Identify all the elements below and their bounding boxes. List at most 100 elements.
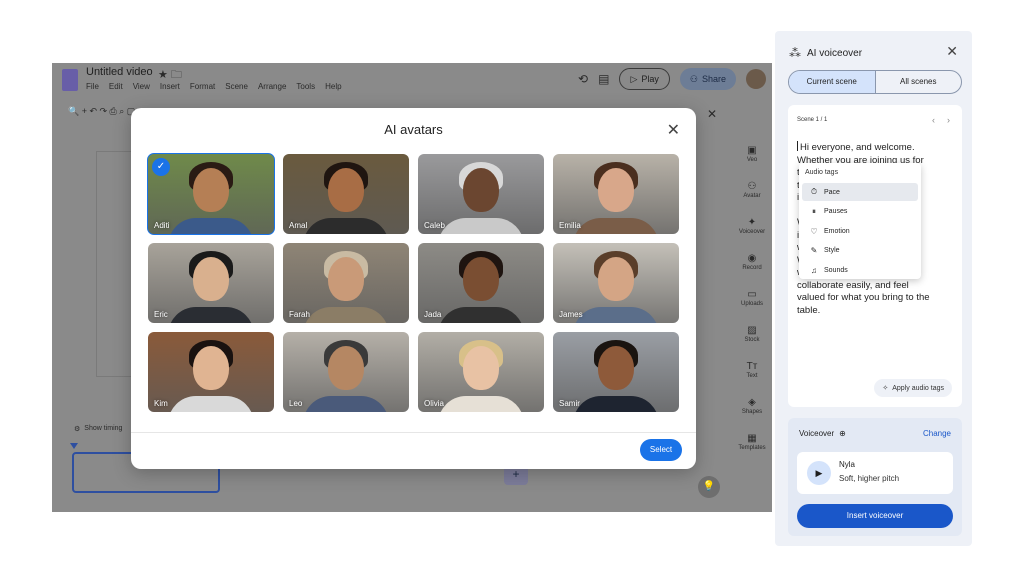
chevron-right-icon[interactable]: › (947, 115, 950, 125)
audio-tag-pauses[interactable]: ⏸ Pauses (802, 203, 918, 221)
avatar-card-aditi[interactable]: Aditi ✓ (147, 153, 275, 235)
rail-item-label: Avatar (743, 193, 761, 199)
rail-stock-icon: ▨ (747, 325, 757, 336)
select-button[interactable]: Select (640, 439, 682, 461)
rail-item-veo[interactable]: ▣ Veo (732, 145, 772, 181)
audio-tag-label: Pace (824, 188, 840, 196)
avatar-face (463, 346, 499, 390)
playhead-marker[interactable] (70, 443, 78, 449)
rail-item-label: Record (742, 265, 762, 271)
script-line: collaborate easily, and feel (797, 280, 949, 293)
panel-header: ⁂ AI voiceover (789, 46, 862, 60)
avatar-name: Leo (289, 399, 303, 408)
rail-item-label: Stock (744, 337, 760, 343)
avatar-name: Samir (559, 399, 580, 408)
lightbulb-icon[interactable]: 💡 (698, 476, 720, 498)
rail-item-shapes[interactable]: ◈ Shapes (732, 397, 772, 433)
script-line-text: Hi everyone, and welcome. (800, 142, 915, 153)
avatar-face (328, 257, 364, 301)
tab-all-scenes[interactable]: All scenes (876, 71, 962, 93)
scene-navigation: ‹ › (932, 115, 950, 125)
audio-tag-sounds[interactable]: ♫ Sounds (802, 261, 918, 279)
audio-tag-label: Sounds (824, 266, 848, 274)
show-timing-toggle[interactable]: ⚙ Show timing (74, 425, 122, 433)
rail-item-stock[interactable]: ▨ Stock (732, 325, 772, 361)
menu-bar: File Edit View Insert Format Scene Arrange Tool… (86, 82, 342, 91)
timing-icon: ⚙ (74, 426, 81, 433)
avatar-name: James (559, 310, 583, 319)
comment-icon[interactable]: ▤ (598, 72, 609, 86)
menu-item-view[interactable]: View (133, 82, 150, 91)
avatar-card-samir[interactable]: Samir (553, 332, 679, 412)
tab-current-scene[interactable]: Current scene (789, 71, 876, 93)
play-button[interactable]: ▷ Play (619, 68, 670, 90)
panel-close-icon[interactable]: ✕ (707, 107, 717, 121)
menu-item-scene[interactable]: Scene (225, 82, 248, 91)
avatar-card-jada[interactable]: Jada (418, 243, 544, 323)
play-label: Play (641, 74, 659, 84)
script-line-text: valued for what you bring to the (797, 292, 930, 303)
close-icon[interactable]: ✕ (667, 120, 680, 140)
close-icon[interactable]: ✕ (946, 43, 958, 60)
selected-voice: ▶ Nyla Soft, higher pitch (797, 452, 953, 494)
audio-tags-menu: Audio tags ⏱ Pace ⏸ Pauses ♡ Emotion ✎ Style ♫ So… (799, 163, 921, 279)
rail-item-uploads[interactable]: ▭ Uploads (732, 289, 772, 325)
play-icon: ▷ (630, 73, 638, 84)
rail-item-text[interactable]: Tт Text (732, 361, 772, 397)
rail-item-templates[interactable]: ▦ Templates (732, 433, 772, 469)
side-rail: ▣ Veo ⚇ Avatar ✦ Voiceover ◉ Record ▭ Uploads ▨ Sto… (732, 145, 772, 469)
menu-item-help[interactable]: Help (325, 82, 341, 91)
rail-templates-icon: ▦ (747, 433, 757, 444)
menu-item-tools[interactable]: Tools (296, 82, 315, 91)
audio-tag-label: Emotion (824, 227, 850, 235)
menu-item-format[interactable]: Format (190, 82, 215, 91)
avatar-name: Caleb (424, 221, 445, 230)
avatar-face (598, 168, 634, 212)
scene-counter: Scene 1 / 1 (797, 117, 828, 123)
rail-item-record[interactable]: ◉ Record (732, 253, 772, 289)
rail-item-label: Veo (746, 157, 758, 163)
rail-text-icon: Tт (746, 361, 758, 372)
play-preview-icon[interactable]: ▶ (807, 461, 831, 485)
audio-tag-pace[interactable]: ⏱ Pace (802, 183, 918, 201)
avatar-card-kim[interactable]: Kim (148, 332, 274, 412)
menu-item-edit[interactable]: Edit (109, 82, 123, 91)
audio-tag-style[interactable]: ✎ Style (802, 242, 918, 260)
script-editor: Scene 1 / 1 ‹ › Hi everyone, and welcome… (788, 105, 962, 407)
avatar-card-leo[interactable]: Leo (283, 332, 409, 412)
audio-tag-emotion[interactable]: ♡ Emotion (802, 222, 918, 240)
rail-avatar-icon: ⚇ (747, 181, 757, 192)
scene-scope-toggle: Current scene All scenes (788, 70, 962, 94)
avatar-card-farah[interactable]: Farah (283, 243, 409, 323)
menu-item-arrange[interactable]: Arrange (258, 82, 286, 91)
doc-title[interactable]: Untitled video (86, 66, 153, 78)
rail-item-voiceover[interactable]: ✦ Voiceover (732, 217, 772, 253)
pace-icon: ⏱ (810, 187, 818, 196)
docs-logo-icon (62, 69, 78, 91)
history-icon[interactable]: ⟲ (578, 72, 588, 86)
menu-item-insert[interactable]: Insert (160, 82, 180, 91)
avatar-card-emilia[interactable]: Emilia (553, 154, 679, 234)
dialog-title: AI avatars (384, 122, 443, 137)
avatar-card-olivia[interactable]: Olivia (418, 332, 544, 412)
avatar-name: Aditi (154, 221, 170, 230)
share-button[interactable]: ⚇ Share (679, 68, 736, 90)
rail-item-avatar[interactable]: ⚇ Avatar (732, 181, 772, 217)
pauses-icon: ⏸ (812, 206, 816, 216)
apply-audio-tags-button[interactable]: ✧ Apply audio tags (874, 379, 952, 397)
avatar-card-james[interactable]: James (553, 243, 679, 323)
avatar-card-eric[interactable]: Eric (148, 243, 274, 323)
user-avatar[interactable] (746, 69, 766, 89)
menu-item-file[interactable]: File (86, 82, 99, 91)
avatar-card-amal[interactable]: Amal (283, 154, 409, 234)
top-bar: Untitled video ★ 🗀 File Edit View Insert For… (52, 63, 772, 99)
rail-uploads-icon: ▭ (747, 289, 757, 300)
chevron-left-icon[interactable]: ‹ (932, 115, 935, 125)
change-voice-link[interactable]: Change (923, 429, 951, 438)
insert-voiceover-button[interactable]: Insert voiceover (797, 504, 953, 528)
globe-icon: ⊕ (839, 429, 846, 438)
avatar-card-caleb[interactable]: Caleb (418, 154, 544, 234)
rail-shapes-icon: ◈ (748, 397, 756, 408)
show-timing-label: Show timing (84, 425, 123, 432)
script-line: Hi everyone, and welcome. (797, 141, 949, 155)
